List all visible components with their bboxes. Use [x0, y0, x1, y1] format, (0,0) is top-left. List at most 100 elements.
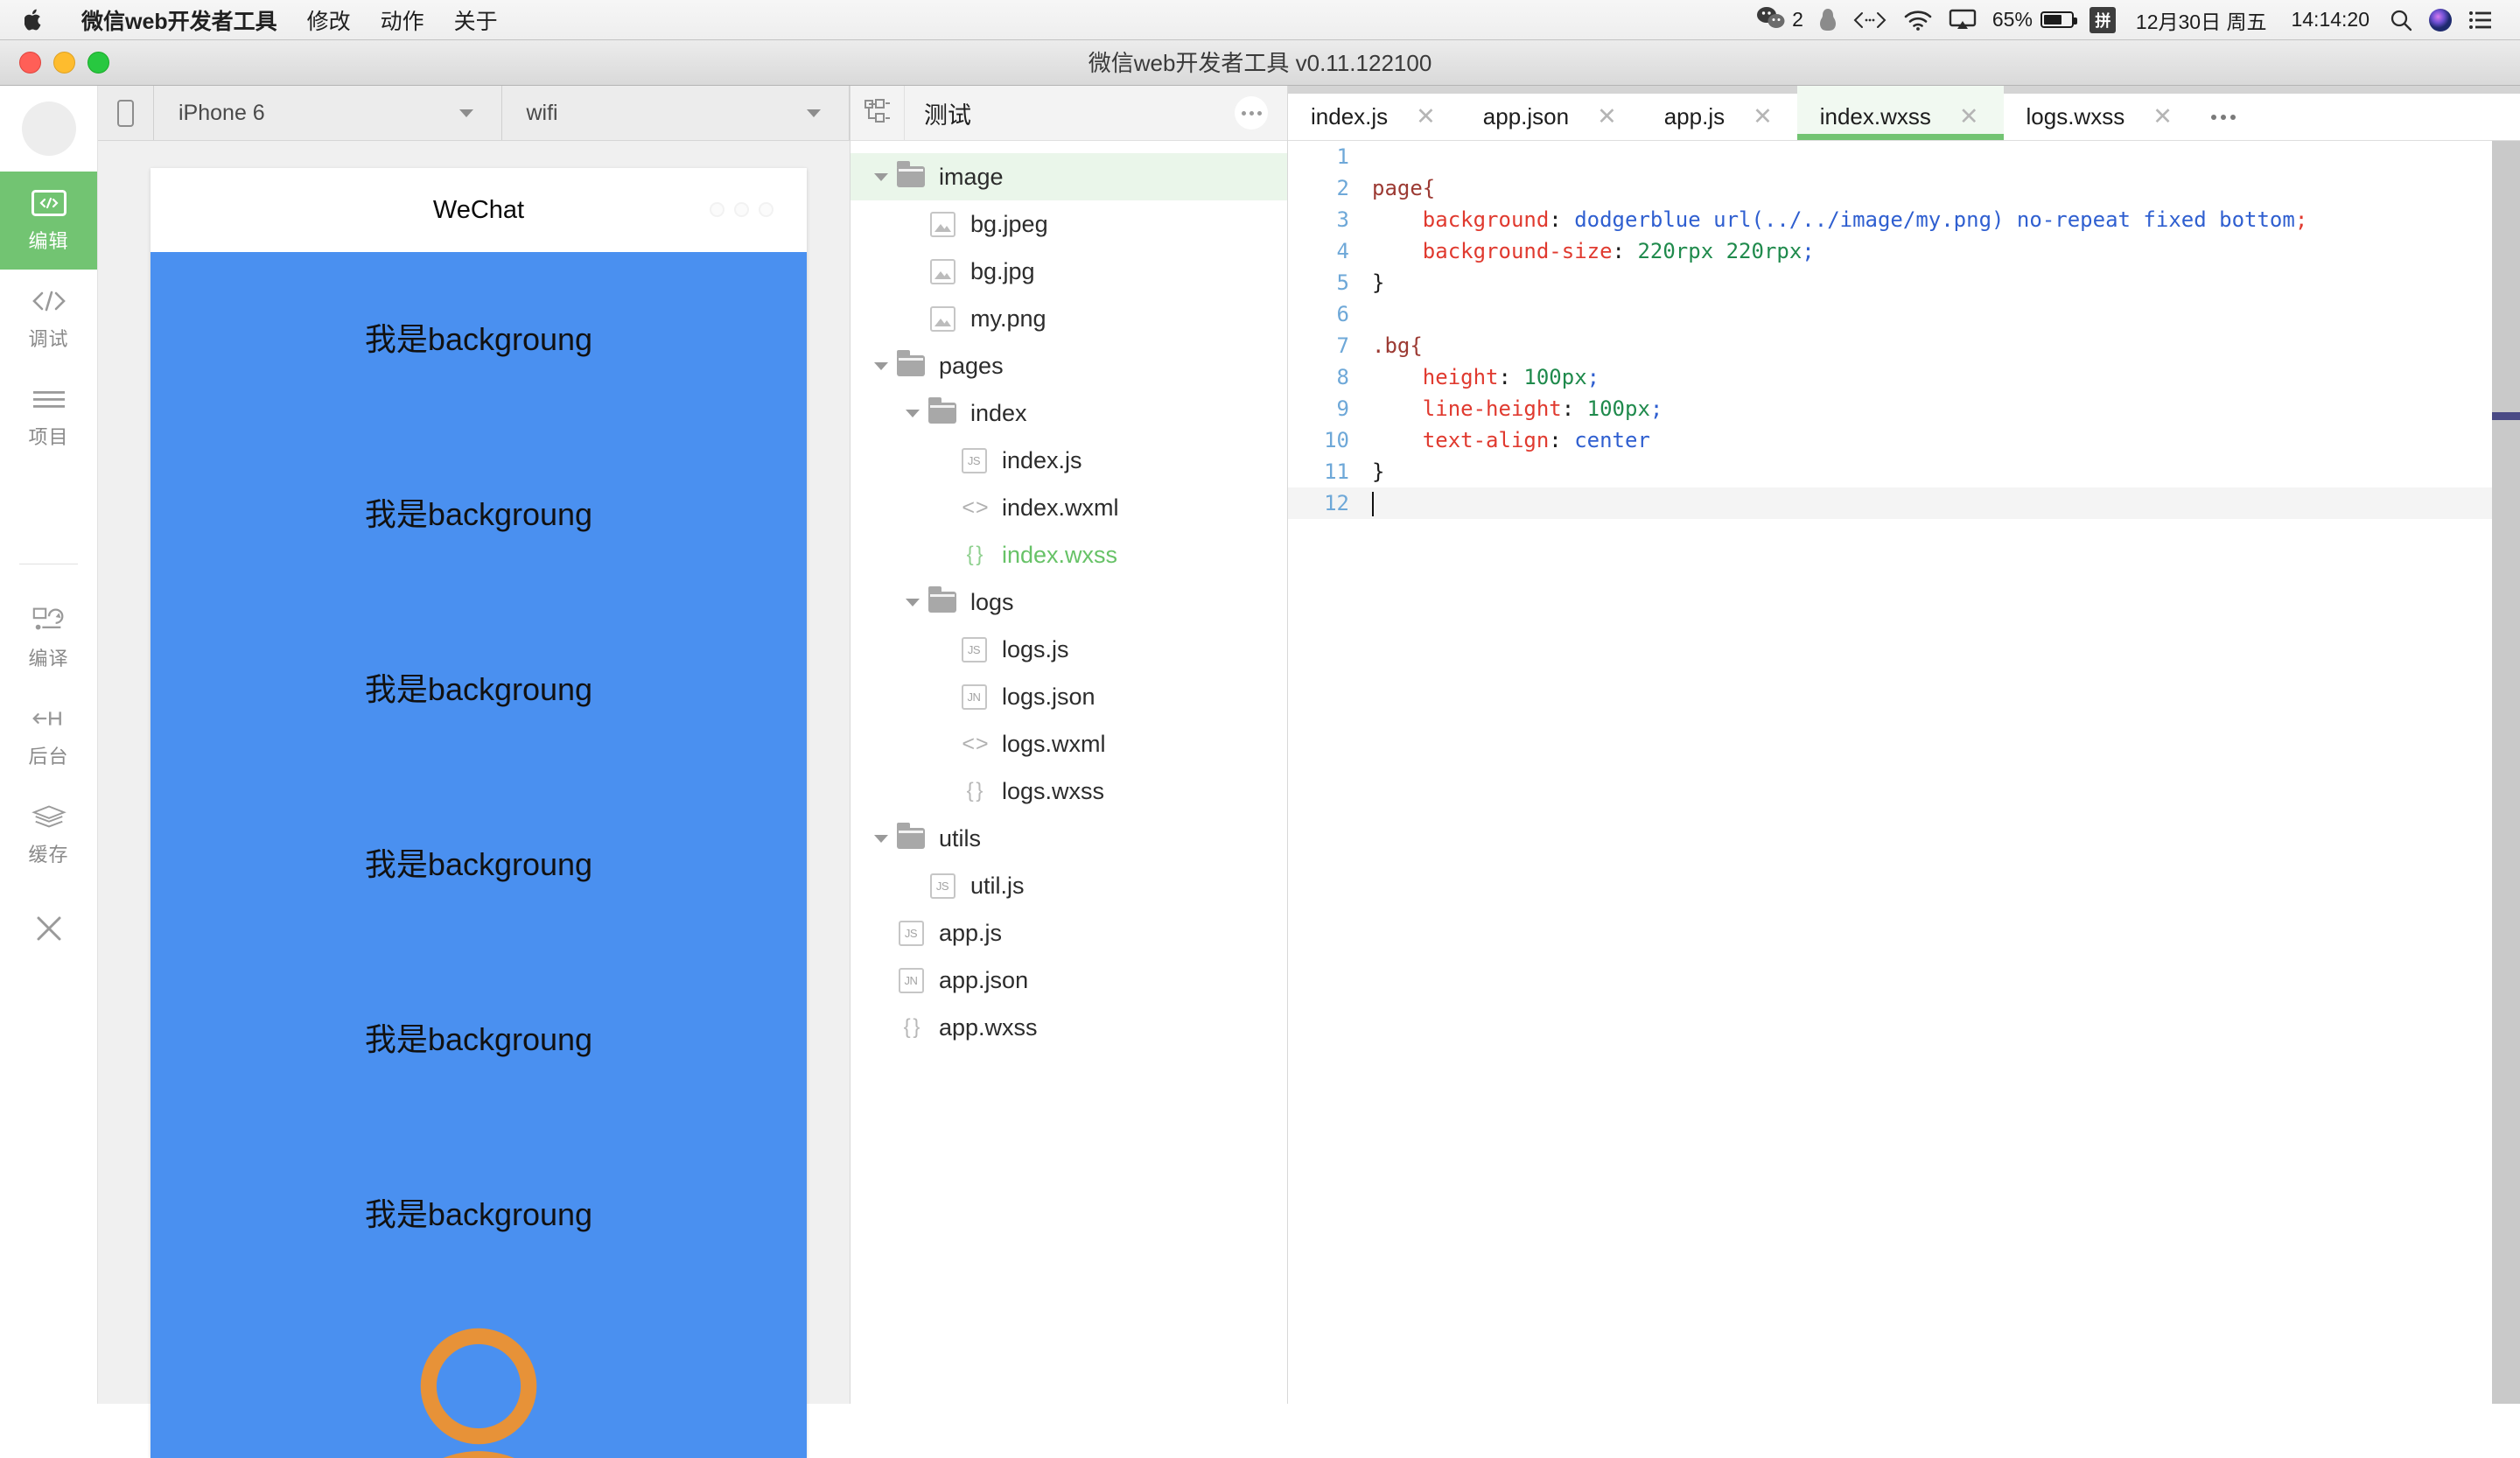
notification-center-icon[interactable]	[2460, 10, 2501, 31]
rail-item-edit[interactable]: 编辑	[0, 172, 97, 270]
close-x-icon[interactable]: ✕	[2124, 105, 2197, 129]
wechat-status-item[interactable]: 2	[1748, 6, 1811, 34]
tree-row[interactable]: < > logs.wxml	[850, 720, 1287, 768]
tree-row[interactable]: JS logs.js	[850, 626, 1287, 673]
close-window-button[interactable]	[19, 52, 41, 74]
code-line[interactable]: 1	[1288, 141, 2520, 172]
code-area[interactable]: 1 2 page{3 background: dodgerblue url(../.…	[1288, 141, 2520, 1404]
code-line[interactable]: 2 page{	[1288, 172, 2520, 204]
rail-item-background[interactable]: 后台	[0, 687, 97, 785]
phone-icon[interactable]	[98, 86, 154, 140]
editor-tab[interactable]: logs.wxss ✕	[2004, 86, 2197, 140]
code-line-text: page{	[1372, 176, 1436, 200]
chevron-down-icon[interactable]	[901, 409, 924, 417]
code-line[interactable]: 11}	[1288, 456, 2520, 487]
code-line[interactable]: 4 background-size: 220rpx 220rpx;	[1288, 235, 2520, 267]
line-number: 4	[1336, 239, 1349, 263]
code-line[interactable]: 6	[1288, 298, 2520, 330]
tree-row[interactable]: JS index.js	[850, 437, 1287, 484]
tree-row[interactable]: bg.jpeg	[850, 200, 1287, 248]
close-x-icon[interactable]: ✕	[1388, 105, 1460, 129]
tree-row[interactable]: JN app.json	[850, 957, 1287, 1004]
editor-tab[interactable]: app.json ✕	[1460, 86, 1642, 140]
chevron-down-icon[interactable]	[870, 361, 892, 370]
rail-item-debug[interactable]: 调试	[0, 270, 97, 368]
close-x-icon[interactable]: ✕	[1931, 105, 2004, 129]
menu-item-action[interactable]: 动作	[366, 4, 439, 36]
wxml-file-icon: < >	[962, 494, 988, 520]
minimize-window-button[interactable]	[53, 52, 75, 74]
tree-row[interactable]: utils	[850, 815, 1287, 862]
avatar-container[interactable]	[0, 86, 97, 172]
tree-row[interactable]: JN logs.json	[850, 673, 1287, 720]
code-line[interactable]: 8 height: 100px;	[1288, 361, 2520, 393]
tree-row[interactable]: JS util.js	[850, 862, 1287, 909]
wifi-icon[interactable]	[1895, 9, 1941, 32]
rail-item-label: 编辑	[28, 229, 69, 252]
editor-tab[interactable]: app.js ✕	[1642, 86, 1797, 140]
tree-row[interactable]: { } index.wxss	[850, 531, 1287, 578]
close-x-icon[interactable]: ✕	[1725, 105, 1797, 129]
code-line[interactable]: 5}	[1288, 267, 2520, 298]
rail-item-project[interactable]: 项目	[0, 368, 97, 466]
menubar-date[interactable]: 12月30日 周五	[2124, 5, 2279, 35]
tree-row[interactable]: my.png	[850, 295, 1287, 342]
tree-row[interactable]: bg.jpg	[850, 248, 1287, 295]
menu-item-about[interactable]: 关于	[439, 4, 513, 36]
battery-status[interactable]: 65%	[1984, 8, 2082, 32]
chevron-down-icon[interactable]	[901, 598, 924, 606]
tree-row[interactable]: pages	[850, 342, 1287, 389]
phone-frame: WeChat 我是backgroung 我是backgroung 我是backgro…	[150, 168, 807, 1458]
tree-row[interactable]: { } app.wxss	[850, 1004, 1287, 1051]
close-x-icon	[31, 914, 67, 943]
json-file-icon: JN	[956, 683, 992, 710]
rail-item-compile[interactable]: 编译	[0, 589, 97, 687]
code-line[interactable]: 12	[1288, 487, 2520, 519]
line-number: 3	[1336, 207, 1349, 232]
code-line[interactable]: 3 background: dodgerblue url(../../image…	[1288, 204, 2520, 235]
tree-row[interactable]: < > index.wxml	[850, 484, 1287, 531]
menu-item-edit[interactable]: 修改	[292, 4, 366, 36]
tree-row[interactable]: image	[850, 153, 1287, 200]
close-x-icon[interactable]: ✕	[1569, 105, 1642, 129]
tree-row[interactable]: JS app.js	[850, 909, 1287, 957]
ellipsis-icon[interactable]	[2197, 86, 2258, 140]
zoom-window-button[interactable]	[88, 52, 109, 74]
rail-item-cache[interactable]: 缓存	[0, 785, 97, 883]
code-lines[interactable]: 1 2 page{3 background: dodgerblue url(../.…	[1288, 141, 2520, 519]
tree-row[interactable]: index	[850, 389, 1287, 437]
page-text-row: 我是backgroung	[364, 1196, 593, 1232]
ellipsis-icon[interactable]	[1235, 96, 1268, 130]
code-brackets-icon[interactable]	[1844, 10, 1895, 31]
sitemap-tree-icon[interactable]	[850, 85, 905, 141]
device-select[interactable]: iPhone 6	[154, 86, 502, 140]
tree-row[interactable]: logs	[850, 578, 1287, 626]
airplay-icon[interactable]	[1941, 9, 1984, 32]
rail-item-close[interactable]	[0, 883, 97, 981]
chevron-down-icon[interactable]	[870, 172, 892, 181]
menu-app-name[interactable]: 微信web开发者工具	[66, 4, 292, 36]
editor-tab[interactable]: index.js ✕	[1288, 86, 1460, 140]
code-line[interactable]: 7 .bg{	[1288, 330, 2520, 361]
spotlight-search-icon[interactable]	[2382, 9, 2420, 32]
menubar-time[interactable]: 14:14:20	[2278, 8, 2382, 32]
editor-scrollbar[interactable]	[2492, 141, 2520, 1404]
tree-row-label: util.js	[970, 872, 1025, 899]
three-circles-icon[interactable]	[710, 202, 774, 217]
apple-logo-icon[interactable]	[24, 9, 44, 32]
input-method-item[interactable]: 拼	[2082, 6, 2124, 33]
qq-penguin-icon[interactable]	[1811, 8, 1844, 32]
code-line[interactable]: 10 text-align: center	[1288, 424, 2520, 456]
siri-icon[interactable]	[2420, 8, 2460, 32]
code-line[interactable]: 9 line-height: 100px;	[1288, 393, 2520, 424]
editor-tab[interactable]: index.wxss ✕	[1796, 86, 2004, 140]
chevron-down-icon[interactable]	[870, 834, 892, 843]
page-text-row: 我是backgroung	[364, 321, 593, 357]
tree-row[interactable]: { } logs.wxss	[850, 768, 1287, 815]
code-line-text: }	[1372, 459, 1385, 484]
tree-row-label: logs.js	[1002, 635, 1069, 662]
code-brackets-icon	[31, 286, 67, 316]
editor-tab-label: app.json	[1482, 103, 1570, 130]
tree-row-label: index.wxml	[1002, 494, 1119, 521]
network-select[interactable]: wifi	[501, 86, 850, 140]
